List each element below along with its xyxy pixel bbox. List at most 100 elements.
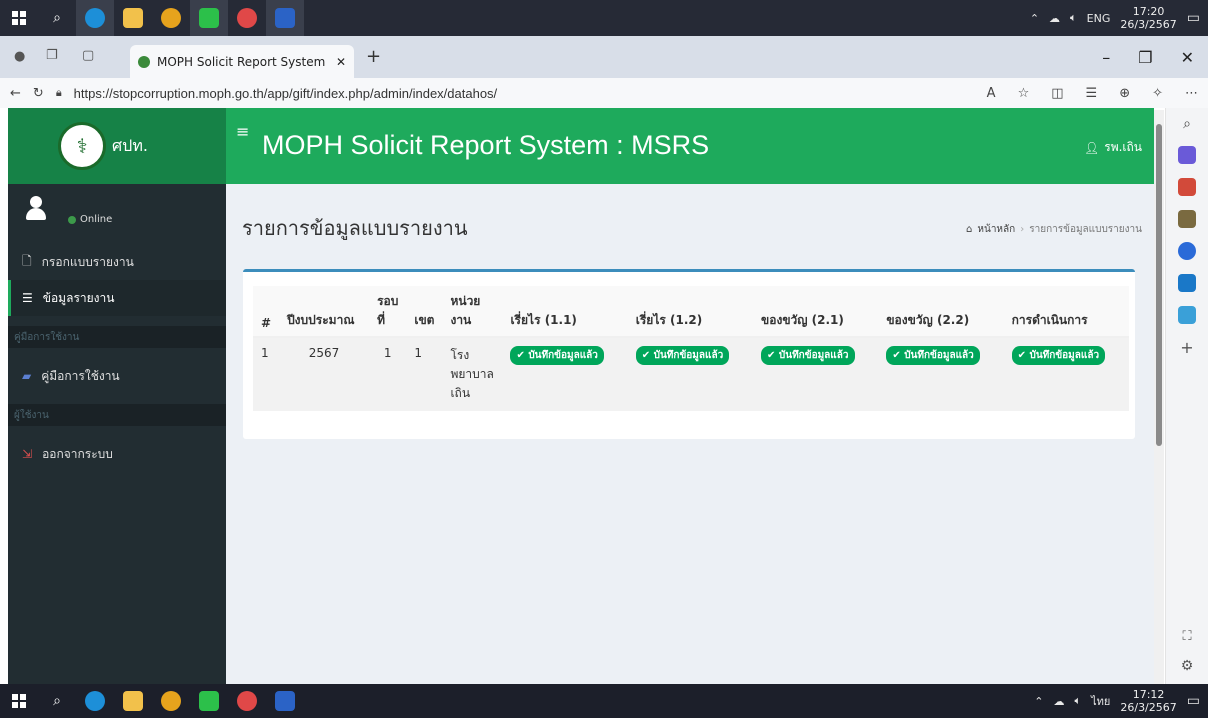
- cloud-icon: ☁: [1049, 11, 1061, 25]
- chrome-icon: [161, 8, 181, 28]
- col-round: รอบที่: [369, 286, 407, 338]
- user-menu[interactable]: 👤︎ รพ.เถิน: [1084, 138, 1142, 157]
- brand-text: ศปท.: [112, 135, 148, 155]
- sidebar-item-logout[interactable]: ⇲ ออกจากระบบ: [8, 436, 226, 472]
- taskbar-edge[interactable]: [76, 684, 114, 718]
- taskbar-edge[interactable]: [76, 0, 114, 36]
- split-screen-icon[interactable]: ◫: [1051, 86, 1063, 101]
- edge-add-icon[interactable]: +: [1180, 338, 1193, 357]
- taskbar-line[interactable]: [190, 0, 228, 36]
- new-tab-icon[interactable]: +: [366, 46, 381, 67]
- sidebar-toggle-icon[interactable]: ≡: [236, 122, 249, 141]
- scroll-thumb[interactable]: [1156, 124, 1162, 446]
- favorite-star-icon[interactable]: ☆: [1018, 86, 1030, 101]
- book-icon: ▰: [22, 369, 32, 383]
- taskbar-word[interactable]: [266, 684, 304, 718]
- chrome-icon: [161, 691, 181, 711]
- extensions-icon[interactable]: ✧: [1152, 86, 1163, 101]
- content-title: รายการข้อมูลแบบรายงาน: [242, 216, 468, 240]
- taskbar-chrome[interactable]: [152, 0, 190, 36]
- restore-icon[interactable]: ❐: [1138, 48, 1152, 67]
- search-button[interactable]: ⌕: [38, 684, 76, 718]
- sidebar-item-fill-report[interactable]: 🗋︎ กรอกแบบรายงาน: [8, 244, 226, 280]
- status-badge[interactable]: ✔ บันทึกข้อมูลแล้ว: [510, 346, 604, 365]
- edge-settings-icon[interactable]: ⚙: [1181, 658, 1194, 674]
- close-icon[interactable]: ✕: [1181, 48, 1194, 67]
- edge-games-icon[interactable]: [1178, 210, 1196, 228]
- start-button[interactable]: [0, 0, 38, 36]
- read-aloud-icon[interactable]: A: [987, 86, 996, 101]
- col-zone: เขต: [406, 286, 443, 338]
- edge-sidebar: ⌕ + ⛶ ⚙: [1165, 108, 1208, 684]
- page-info-icon[interactable]: 🔒︎: [56, 86, 62, 100]
- status-badge[interactable]: ✔ บันทึกข้อมูลแล้ว: [886, 346, 980, 365]
- col-unit: หน่วยงาน: [442, 286, 503, 338]
- browser-tab[interactable]: MOPH Solicit Report System : MS ✕: [130, 45, 354, 78]
- edge-tag-icon[interactable]: [1178, 146, 1196, 164]
- clock[interactable]: 17:20 26/3/2567: [1120, 5, 1176, 31]
- edge-outlook-icon[interactable]: [1178, 274, 1196, 292]
- page-scrollbar[interactable]: [1154, 110, 1164, 684]
- taskbar-chrome[interactable]: [152, 684, 190, 718]
- collections-icon[interactable]: ❐: [46, 48, 58, 63]
- edge-icon: [85, 8, 105, 28]
- taskbar-word[interactable]: [266, 0, 304, 36]
- status-badge[interactable]: ✔ บันทึกข้อมูลแล้ว: [761, 346, 855, 365]
- notification-icon[interactable]: ▭: [1187, 693, 1200, 709]
- breadcrumb-home[interactable]: หน้าหลัก: [977, 222, 1015, 237]
- tray-chevron-icon[interactable]: ⌃: [1034, 695, 1043, 708]
- status-badge[interactable]: ✔ บันทึกข้อมูลแล้ว: [1011, 346, 1106, 365]
- more-icon[interactable]: ⋯: [1185, 86, 1198, 101]
- search-button[interactable]: ⌕: [38, 0, 76, 36]
- taskbar-line[interactable]: [190, 684, 228, 718]
- sidebar-item-label: ข้อมูลรายงาน: [42, 290, 115, 305]
- brand-logo-area[interactable]: ⚕ ศปท.: [8, 108, 226, 184]
- clock[interactable]: 17:12 26/3/2567: [1120, 688, 1176, 714]
- windows-icon: [12, 11, 26, 25]
- report-box: # ปีงบประมาณ รอบที่ เขต หน่วยงาน เรี่ยไร…: [243, 269, 1135, 439]
- language-indicator[interactable]: ENG: [1087, 12, 1111, 25]
- sidebar-item-report-data[interactable]: ☰ ข้อมูลรายงาน: [8, 280, 226, 316]
- notification-icon[interactable]: ▭: [1187, 10, 1200, 26]
- collections-toolbar-icon[interactable]: ⊕: [1119, 86, 1130, 101]
- search-icon: ⌕: [53, 10, 61, 26]
- system-tray: ⌃ ☁ 🔈︎ ไทย 17:12 26/3/2567 ▭: [1034, 684, 1208, 718]
- language-indicator[interactable]: ไทย: [1091, 692, 1110, 710]
- profile-icon[interactable]: ●: [14, 49, 25, 64]
- minimize-icon[interactable]: –: [1102, 48, 1110, 67]
- taskbar-explorer[interactable]: [114, 684, 152, 718]
- start-button[interactable]: [0, 684, 38, 718]
- tab-actions-icon[interactable]: ▢: [82, 48, 94, 63]
- system-tray: ⌃ ☁ 🔈︎ ENG 17:20 26/3/2567 ▭: [1030, 0, 1208, 36]
- refresh-icon[interactable]: ↻: [33, 86, 44, 101]
- volume-icon[interactable]: 🔈︎: [1075, 694, 1082, 708]
- clock-time: 17:20: [1132, 5, 1165, 18]
- favorites-icon[interactable]: ☰: [1086, 86, 1098, 101]
- sidebar: Online 🗋︎ กรอกแบบรายงาน ☰ ข้อมูลรายงาน ค…: [8, 184, 226, 684]
- edge-office-icon[interactable]: [1178, 242, 1196, 260]
- sidebar-item-manual[interactable]: ▰ คู่มือการใช้งาน: [8, 358, 226, 394]
- edge-toolbox-icon[interactable]: [1178, 178, 1196, 196]
- sidebar-header-manual: คู่มือการใช้งาน: [8, 326, 226, 348]
- edge-search-icon[interactable]: ⌕: [1183, 116, 1191, 132]
- logout-icon: ⇲: [22, 447, 33, 461]
- window-controls: – ❐ ✕: [1102, 48, 1208, 67]
- back-icon[interactable]: ←: [10, 86, 21, 101]
- tray-chevron-icon[interactable]: ⌃: [1030, 12, 1039, 25]
- tab-close-icon[interactable]: ✕: [336, 55, 346, 69]
- volume-icon[interactable]: 🔈︎: [1070, 11, 1077, 25]
- url-field[interactable]: https://stopcorruption.moph.go.th/app/gi…: [74, 86, 498, 101]
- taskbar-app[interactable]: [228, 0, 266, 36]
- avatar: [24, 196, 48, 220]
- col-action: การดำเนินการ: [1003, 286, 1129, 338]
- cell-unit: โรงพยาบาลเถิน: [442, 337, 503, 411]
- taskbar-app[interactable]: [228, 684, 266, 718]
- browser-tabbar: ● ❐ ▢ MOPH Solicit Report System : MS ✕ …: [0, 36, 1208, 78]
- edge-screenshot-icon[interactable]: ⛶: [1182, 629, 1191, 644]
- web-page: ⚕ ศปท. ≡ MOPH Solicit Report System : MS…: [8, 108, 1154, 684]
- edge-send-icon[interactable]: [1178, 306, 1196, 324]
- top-navbar: ≡ MOPH Solicit Report System : MSRS 👤︎ ร…: [226, 108, 1154, 184]
- status-badge[interactable]: ✔ บันทึกข้อมูลแล้ว: [635, 346, 730, 365]
- taskbar-explorer[interactable]: [114, 0, 152, 36]
- windows-icon: [12, 694, 26, 708]
